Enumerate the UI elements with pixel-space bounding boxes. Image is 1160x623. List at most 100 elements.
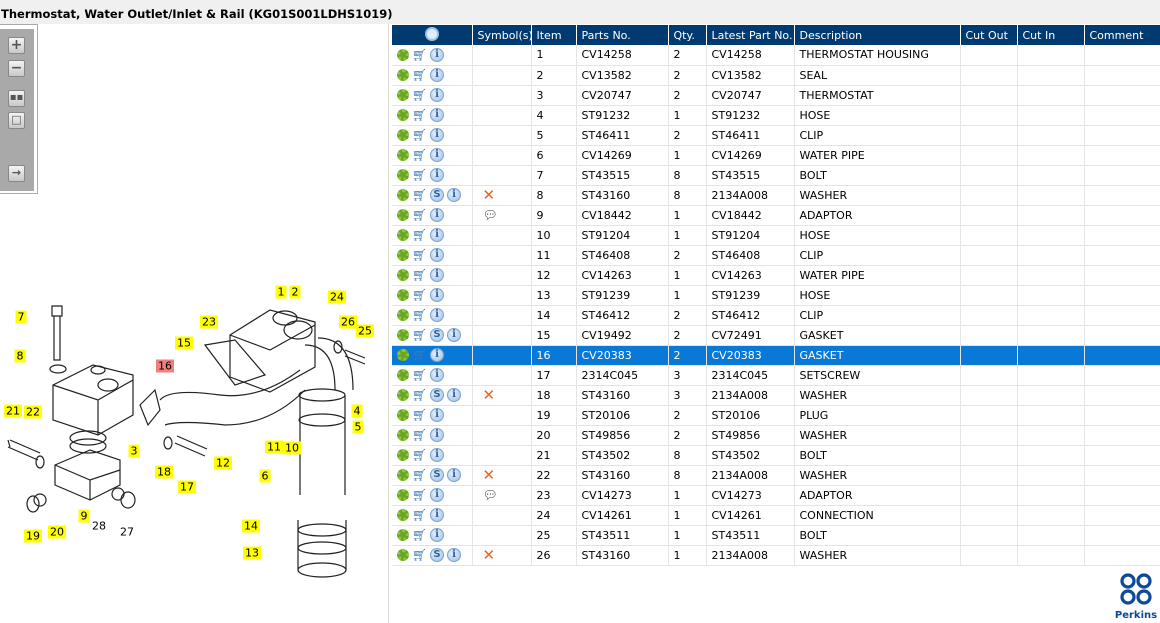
fit-all-button[interactable]: ▪▪ — [8, 90, 25, 107]
cart-icon[interactable]: 🛒︎ — [412, 529, 427, 541]
table-row[interactable]: 🛒︎ Si ✕ 18 ST43160 3 2134A008 WASHER — [392, 385, 1160, 406]
gear-icon[interactable] — [397, 489, 409, 501]
callout-17[interactable]: 17 — [178, 480, 196, 494]
cart-icon[interactable]: 🛒︎ — [412, 349, 427, 361]
callout-3[interactable]: 3 — [128, 444, 140, 458]
info-icon[interactable]: i — [430, 248, 444, 262]
info-icon[interactable]: i — [430, 228, 444, 242]
gear-icon[interactable] — [397, 229, 409, 241]
table-row[interactable]: 🛒︎ i 💬︎ 9 CV18442 1 CV18442 ADAPTOR — [392, 205, 1160, 226]
table-row[interactable]: 🛒︎ i 14 ST46412 2 ST46412 CLIP — [392, 305, 1160, 326]
cart-icon[interactable]: 🛒︎ — [412, 469, 427, 481]
supersession-icon[interactable]: S — [430, 468, 444, 482]
info-icon[interactable]: i — [430, 208, 444, 222]
toggle-panel-button[interactable]: → — [8, 165, 25, 182]
gear-icon[interactable] — [397, 389, 409, 401]
callout-6[interactable]: 6 — [259, 469, 271, 483]
callout-12[interactable]: 12 — [214, 456, 232, 470]
table-row[interactable]: 🛒︎ i 5 ST46411 2 ST46411 CLIP — [392, 125, 1160, 146]
gear-icon[interactable] — [397, 449, 409, 461]
table-row[interactable]: 🛒︎ i 10 ST91204 1 ST91204 HOSE — [392, 225, 1160, 246]
header-qty[interactable]: Qty. — [668, 25, 707, 45]
callout-7[interactable]: 7 — [15, 310, 27, 324]
cart-icon[interactable]: 🛒︎ — [412, 89, 427, 101]
info-icon[interactable]: i — [447, 328, 461, 342]
info-icon[interactable]: i — [447, 468, 461, 482]
callout-25[interactable]: 25 — [356, 324, 374, 338]
cart-icon[interactable]: 🛒︎ — [412, 249, 427, 261]
gear-icon[interactable] — [397, 149, 409, 161]
table-row[interactable]: 🛒︎ i 4 ST91232 1 ST91232 HOSE — [392, 105, 1160, 126]
cart-icon[interactable]: 🛒︎ — [412, 289, 427, 301]
gear-icon[interactable] — [397, 209, 409, 221]
cart-icon[interactable]: 🛒︎ — [412, 269, 427, 281]
gear-icon[interactable] — [397, 509, 409, 521]
info-icon[interactable]: i — [447, 388, 461, 402]
table-row[interactable]: 🛒︎ i 25 ST43511 1 ST43511 BOLT — [392, 525, 1160, 546]
callout-11[interactable]: 11 — [265, 440, 283, 454]
cart-icon[interactable]: 🛒︎ — [412, 49, 427, 61]
header-latest-part-no[interactable]: Latest Part No. — [706, 25, 795, 45]
table-row[interactable]: 🛒︎ Si ✕ 26 ST43160 1 2134A008 WASHER — [392, 545, 1160, 566]
gear-icon[interactable] — [397, 469, 409, 481]
table-row[interactable]: 🛒︎ i 20 ST49856 2 ST49856 WASHER — [392, 425, 1160, 446]
callout-14[interactable]: 14 — [242, 519, 260, 533]
callout-2[interactable]: 2 — [289, 285, 301, 299]
header-item[interactable]: Item — [531, 25, 577, 45]
supersession-icon[interactable]: S — [430, 548, 444, 562]
info-icon[interactable]: i — [430, 148, 444, 162]
info-icon[interactable]: i — [430, 488, 444, 502]
callout-27[interactable]: 27 — [118, 526, 136, 539]
cart-icon[interactable]: 🛒︎ — [412, 429, 427, 441]
gear-icon[interactable] — [397, 549, 409, 561]
cart-icon[interactable]: 🛒︎ — [412, 209, 427, 221]
cart-icon[interactable]: 🛒︎ — [412, 189, 427, 201]
info-icon[interactable]: i — [430, 288, 444, 302]
table-row[interactable]: 🛒︎ i 16 CV20383 2 CV20383 GASKET — [392, 345, 1160, 366]
magnifier-icon[interactable] — [424, 26, 439, 41]
gear-icon[interactable] — [397, 529, 409, 541]
gear-icon[interactable] — [397, 309, 409, 321]
header-parts-no[interactable]: Parts No. — [576, 25, 669, 45]
info-icon[interactable]: i — [430, 508, 444, 522]
supersession-icon[interactable]: S — [430, 388, 444, 402]
comment-alert-icon[interactable]: 💬︎ — [483, 488, 498, 502]
header-cut-in[interactable]: Cut In — [1017, 25, 1085, 45]
table-row[interactable]: 🛒︎ Si ✕ 8 ST43160 8 2134A008 WASHER — [392, 185, 1160, 206]
header-description[interactable]: Description — [794, 25, 961, 45]
info-icon[interactable]: i — [430, 268, 444, 282]
cart-icon[interactable]: 🛒︎ — [412, 69, 427, 81]
info-icon[interactable]: i — [430, 128, 444, 142]
gear-icon[interactable] — [397, 189, 409, 201]
callout-20[interactable]: 20 — [48, 525, 66, 539]
callout-22[interactable]: 22 — [24, 405, 42, 419]
table-row[interactable]: 🛒︎ i 6 CV14269 1 CV14269 WATER PIPE — [392, 145, 1160, 166]
gear-icon[interactable] — [397, 48, 409, 61]
gear-icon[interactable] — [397, 269, 409, 281]
gear-icon[interactable] — [397, 349, 409, 361]
callout-21[interactable]: 21 — [4, 404, 22, 418]
info-icon[interactable]: i — [430, 308, 444, 322]
callout-15[interactable]: 15 — [175, 336, 193, 350]
cart-icon[interactable]: 🛒︎ — [412, 309, 427, 321]
cart-icon[interactable]: 🛒︎ — [412, 409, 427, 421]
table-row[interactable]: 🛒︎ i 17 2314C045 3 2314C045 SETSCREW — [392, 365, 1160, 386]
table-row[interactable]: 🛒︎ i 11 ST46408 2 ST46408 CLIP — [392, 245, 1160, 266]
table-row[interactable]: 🛒︎ i 19 ST20106 2 ST20106 PLUG — [392, 405, 1160, 426]
cart-icon[interactable]: 🛒︎ — [412, 549, 427, 561]
table-row[interactable]: 🛒︎ i 13 ST91239 1 ST91239 HOSE — [392, 285, 1160, 306]
info-icon[interactable]: i — [430, 408, 444, 422]
cart-icon[interactable]: 🛒︎ — [412, 109, 427, 121]
callout-23[interactable]: 23 — [200, 315, 218, 329]
table-row[interactable]: 🛒︎ i 7 ST43515 8 ST43515 BOLT — [392, 165, 1160, 186]
cart-icon[interactable]: 🛒︎ — [412, 129, 427, 141]
gear-icon[interactable] — [397, 329, 409, 341]
gear-icon[interactable] — [397, 109, 409, 121]
info-icon[interactable]: i — [430, 108, 444, 122]
comment-alert-icon[interactable]: 💬︎ — [483, 208, 498, 222]
cart-icon[interactable]: 🛒︎ — [412, 149, 427, 161]
info-icon[interactable]: i — [447, 548, 461, 562]
table-row[interactable]: 🛒︎ i 3 CV20747 2 CV20747 THERMOSTAT — [392, 85, 1160, 106]
table-row[interactable]: 🛒︎ i 2 CV13582 2 CV13582 SEAL — [392, 65, 1160, 86]
table-row[interactable]: 🛒︎ Si 15 CV19492 2 CV72491 GASKET — [392, 325, 1160, 346]
